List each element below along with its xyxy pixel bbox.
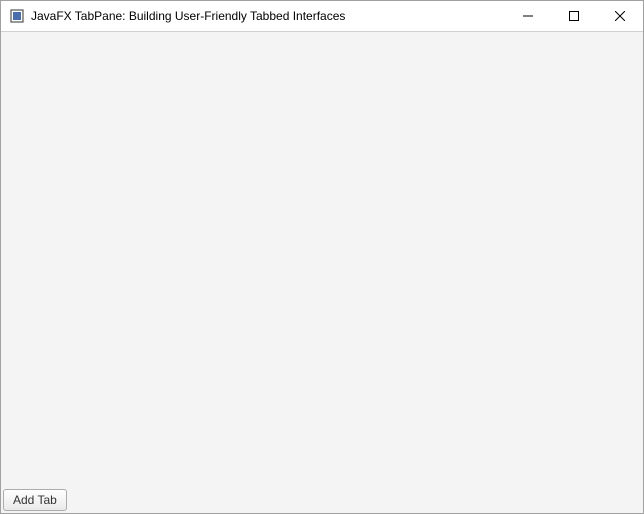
content-area: Add Tab: [1, 32, 643, 513]
window-controls: [505, 1, 643, 31]
window-title: JavaFX TabPane: Building User-Friendly T…: [31, 9, 505, 23]
bottom-bar: Add Tab: [3, 489, 67, 511]
maximize-icon: [569, 9, 579, 24]
minimize-icon: [523, 9, 533, 24]
add-tab-button[interactable]: Add Tab: [3, 489, 67, 511]
close-icon: [615, 9, 625, 24]
minimize-button[interactable]: [505, 1, 551, 31]
app-icon: [9, 8, 25, 24]
maximize-button[interactable]: [551, 1, 597, 31]
titlebar[interactable]: JavaFX TabPane: Building User-Friendly T…: [1, 1, 643, 32]
application-window: JavaFX TabPane: Building User-Friendly T…: [0, 0, 644, 514]
close-button[interactable]: [597, 1, 643, 31]
